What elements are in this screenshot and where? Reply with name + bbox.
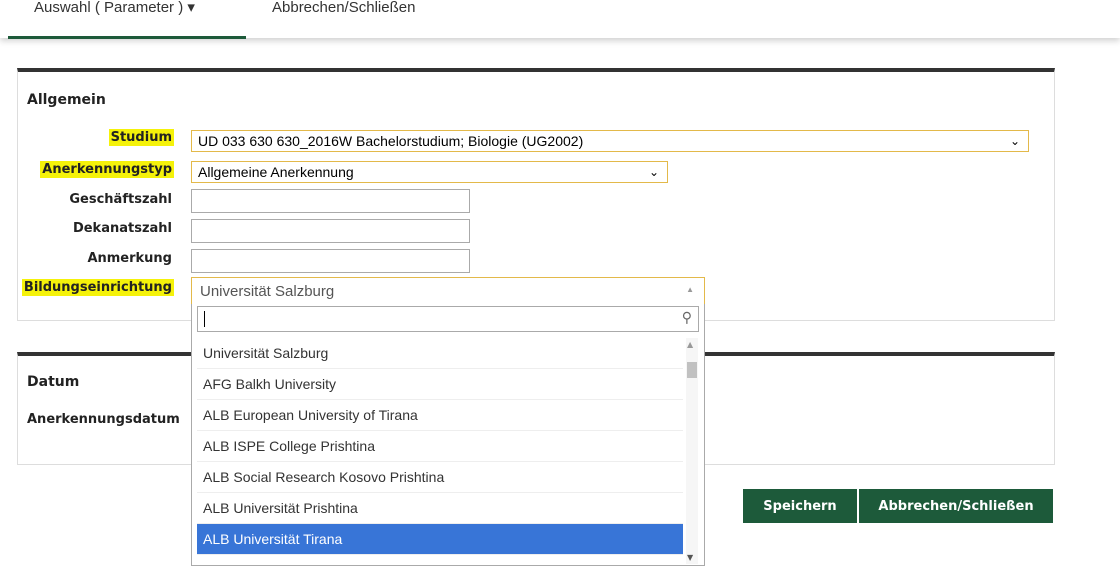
studium-label: Studium xyxy=(108,129,174,146)
dropdown-option[interactable]: ALB Universität Tirana xyxy=(197,524,683,555)
chevron-down-icon: ⌄ xyxy=(1009,134,1020,148)
dropdown-option[interactable]: ALB ISPE College Prishtina xyxy=(197,431,683,462)
studium-select[interactable]: UD 033 630 630_2016W Bachelorstudium; Bi… xyxy=(191,130,1029,152)
dekanatszahl-input[interactable] xyxy=(191,219,470,243)
tab-auswahl-parameter[interactable]: Auswahl ( Parameter ) ▾ xyxy=(8,0,246,39)
anerkennungsdatum-label: Anerkennungsdatum xyxy=(27,412,180,427)
dekanatszahl-label: Dekanatszahl xyxy=(72,221,172,236)
bildungseinrichtung-value: Universität Salzburg xyxy=(200,283,335,300)
bildungseinrichtung-label: Bildungseinrichtung xyxy=(21,279,174,296)
dropdown-search-input[interactable]: ⚲ xyxy=(197,306,699,332)
dropdown-option[interactable]: Universität Salzburg xyxy=(197,338,683,369)
scroll-down-icon[interactable]: ▼ xyxy=(687,553,693,562)
geschaeftszahl-input[interactable] xyxy=(191,189,470,213)
cancel-close-button[interactable]: Abbrechen/Schließen xyxy=(859,489,1053,523)
tab-close-label: Abbrechen/Schließen xyxy=(272,0,416,16)
dropdown-options-list: Universität Salzburg AFG Balkh University… xyxy=(197,338,683,565)
bildungseinrichtung-select[interactable]: Universität Salzburg ▲ xyxy=(191,277,705,305)
anmerkung-label: Anmerkung xyxy=(87,251,172,266)
anerkennungstyp-select[interactable]: Allgemeine Anerkennung ⌄ xyxy=(191,161,668,183)
scroll-up-icon[interactable]: ▲ xyxy=(687,340,693,349)
scrollbar-thumb[interactable] xyxy=(687,362,697,378)
allgemein-title: Allgemein xyxy=(27,92,106,108)
datum-title: Datum xyxy=(27,374,80,390)
chevron-down-icon: ⌄ xyxy=(648,165,659,179)
search-icon: ⚲ xyxy=(681,310,692,326)
tab-abbrechen-schliessen[interactable]: Abbrechen/Schließen xyxy=(272,0,452,36)
top-tab-bar: Auswahl ( Parameter ) ▾ Abbrechen/Schlie… xyxy=(0,0,1120,39)
dropdown-option[interactable]: AFG Balkh University xyxy=(197,369,683,400)
anerkennungstyp-label: Anerkennungstyp xyxy=(40,161,174,178)
tab-auswahl-label: Auswahl ( Parameter ) ▾ xyxy=(34,0,195,16)
dropdown-option[interactable]: ALB Universität Prishtina xyxy=(197,493,683,524)
geschaeftszahl-label: Geschäftszahl xyxy=(69,192,172,207)
dropdown-option[interactable]: ALB Social Research Kosovo Prishtina xyxy=(197,462,683,493)
bildungseinrichtung-dropdown: ⚲ Universität Salzburg AFG Balkh Universi… xyxy=(191,304,705,566)
studium-value: UD 033 630 630_2016W Bachelorstudium; Bi… xyxy=(198,133,584,149)
chevron-up-icon: ▲ xyxy=(686,285,694,294)
dropdown-option[interactable]: ALB Universum University College Prishti… xyxy=(197,555,683,565)
dropdown-scrollbar[interactable]: ▲ ▼ xyxy=(686,338,698,564)
dropdown-option[interactable]: ALB European University of Tirana xyxy=(197,400,683,431)
save-button[interactable]: Speichern xyxy=(743,489,857,523)
anerkennungstyp-value: Allgemeine Anerkennung xyxy=(198,164,354,180)
text-caret xyxy=(204,311,205,327)
anmerkung-input[interactable] xyxy=(191,249,470,273)
